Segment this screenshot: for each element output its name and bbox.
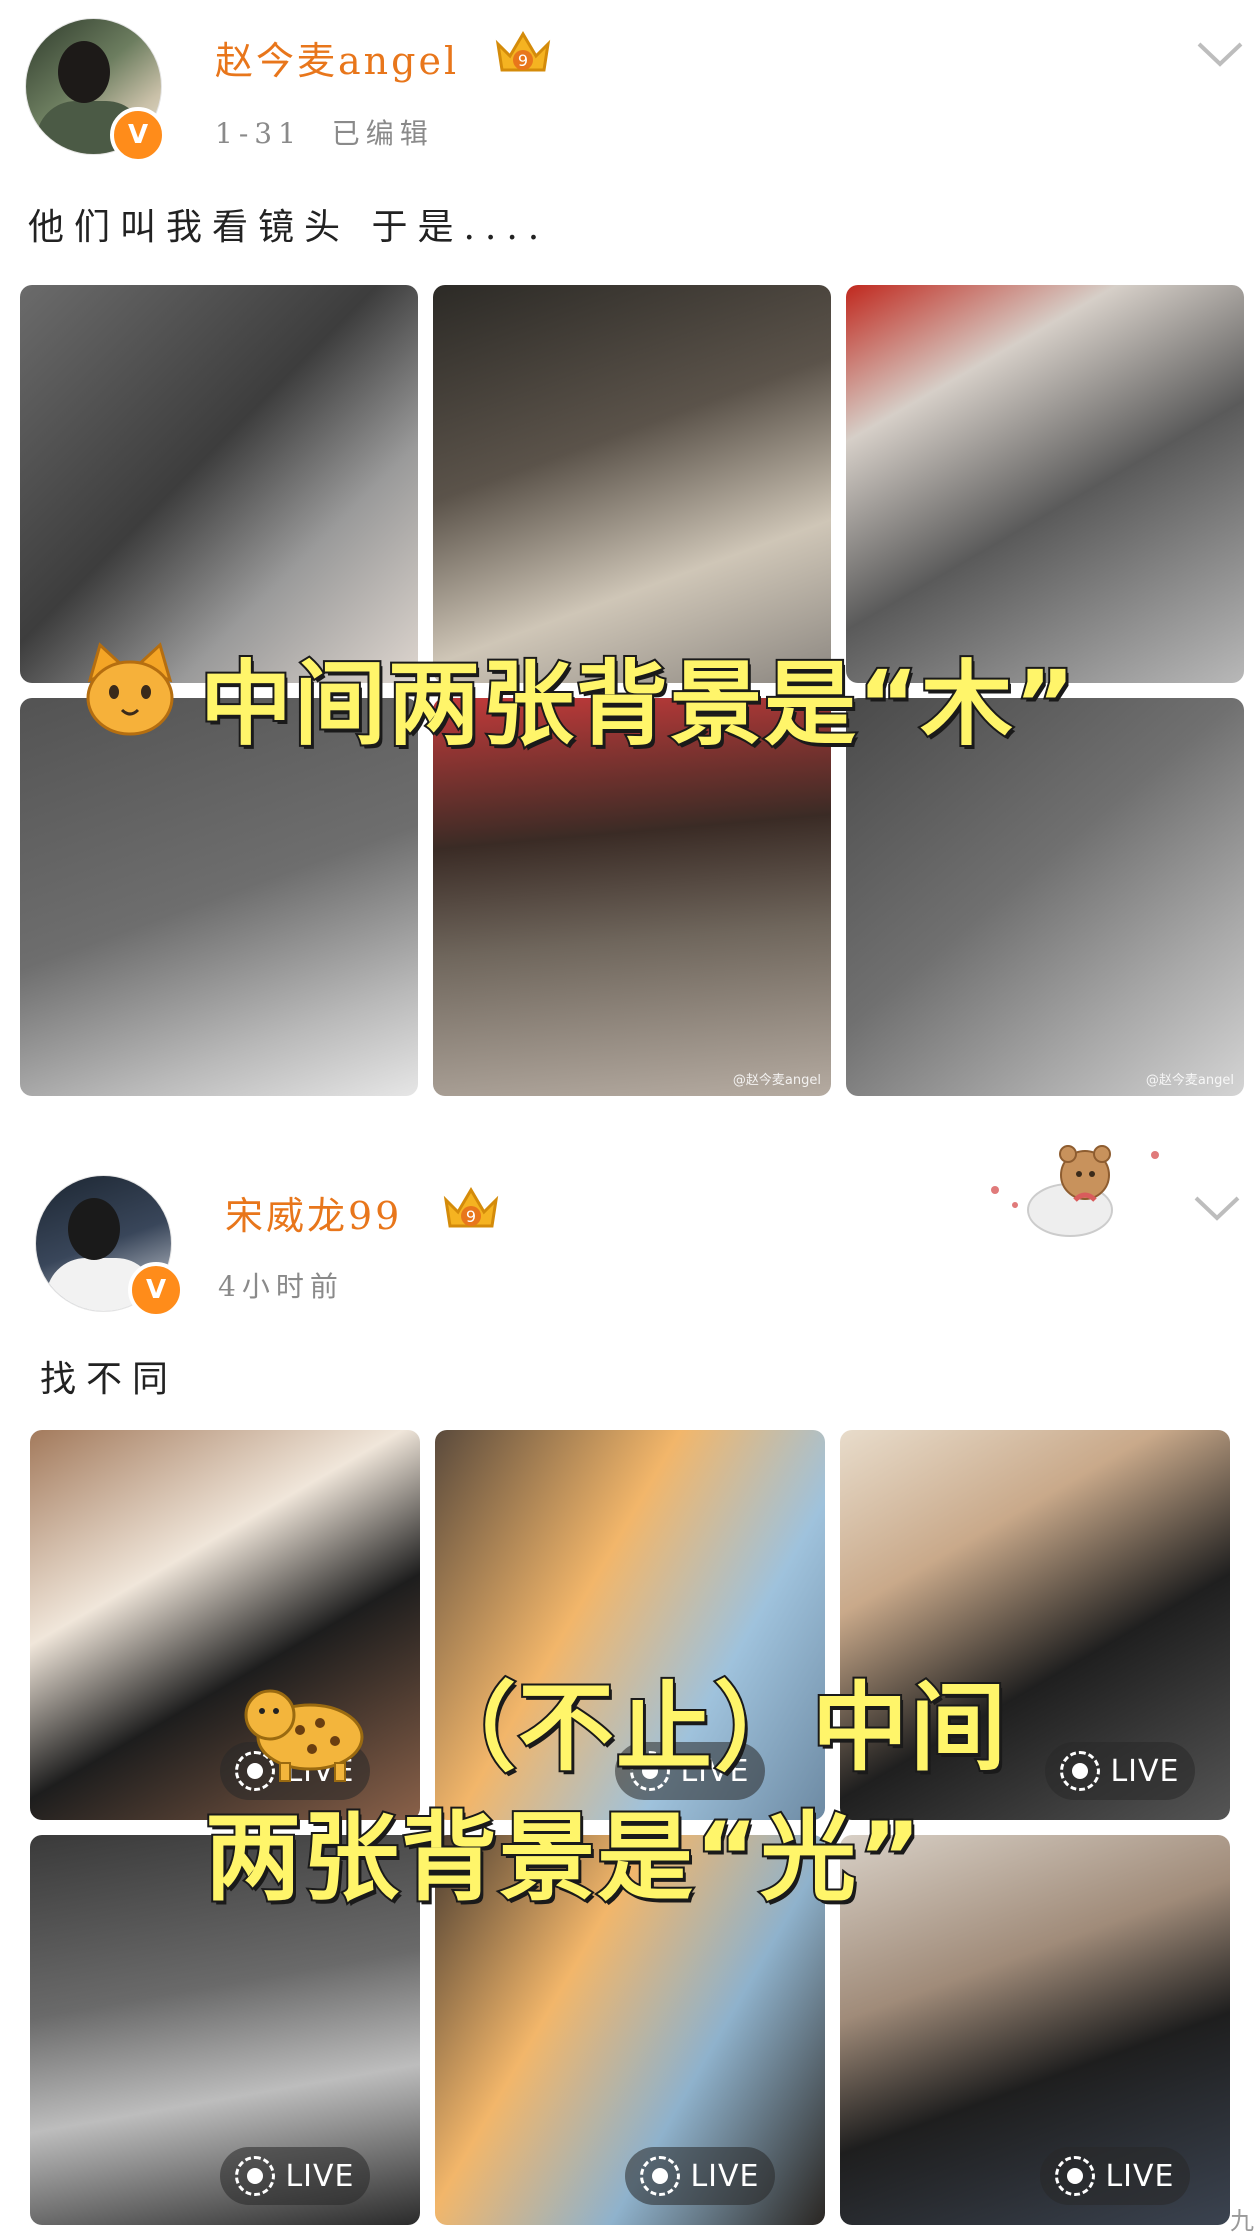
svg-text:9: 9 (518, 51, 528, 70)
live-photo-icon (640, 2156, 681, 2196)
live-photo-icon (1055, 2156, 1096, 2196)
chevron-down-icon[interactable] (1192, 1192, 1242, 1222)
corner-watermark: 九 (1230, 2207, 1254, 2235)
post-text: 找不同 (40, 1359, 179, 1400)
post-time: 4小时前 (218, 1270, 344, 1303)
teddy-bear-decoration-icon (991, 1145, 1159, 1237)
username[interactable]: 宋威龙99 (225, 1185, 402, 1240)
vip-crown-icon: 9 (443, 1187, 499, 1228)
live-photo-icon (235, 2156, 276, 2196)
post-text: 他们叫我看镜头 于是.... (28, 207, 550, 248)
weibo-post-1: V 赵今麦angel 9 1-31 已编辑 他们叫我看镜头 于是.... @赵今… (0, 0, 1260, 1110)
overlay-caption-line-2: 两张背景是“光” (203, 1800, 924, 1916)
vip-crown-icon: 9 (495, 31, 551, 72)
post-time: 1-31 已编辑 (215, 117, 434, 150)
weibo-post-2: V 宋威龙99 9 4小时前 找不同 LIVE LIVE LIVE LIVE L… (0, 1130, 1260, 2240)
overlay-caption-line-1: （不止）中间 (418, 1670, 1008, 1786)
overlay-caption: 中间两张背景是“木” (198, 649, 1077, 760)
live-badge: LIVE (625, 2147, 775, 2205)
leopard-icon (240, 1675, 370, 1789)
live-badge: LIVE (1040, 2147, 1190, 2205)
cat-face-icon (80, 640, 180, 744)
verified-badge-icon: V (110, 107, 166, 163)
photo-2[interactable] (433, 285, 831, 683)
verified-badge-icon: V (128, 1262, 184, 1318)
photo-3[interactable] (846, 285, 1244, 683)
photo-watermark: @赵今麦angel (732, 1073, 821, 1088)
photo-1[interactable] (20, 285, 418, 683)
live-photo-icon (1060, 1751, 1101, 1791)
svg-text:9: 9 (466, 1207, 476, 1226)
chevron-down-icon[interactable] (1195, 38, 1245, 68)
photo-watermark: @赵今麦angel (1145, 1073, 1234, 1088)
live-badge: LIVE (220, 2147, 370, 2205)
live-badge: LIVE (1045, 1742, 1195, 1800)
username[interactable]: 赵今麦angel (215, 30, 459, 85)
